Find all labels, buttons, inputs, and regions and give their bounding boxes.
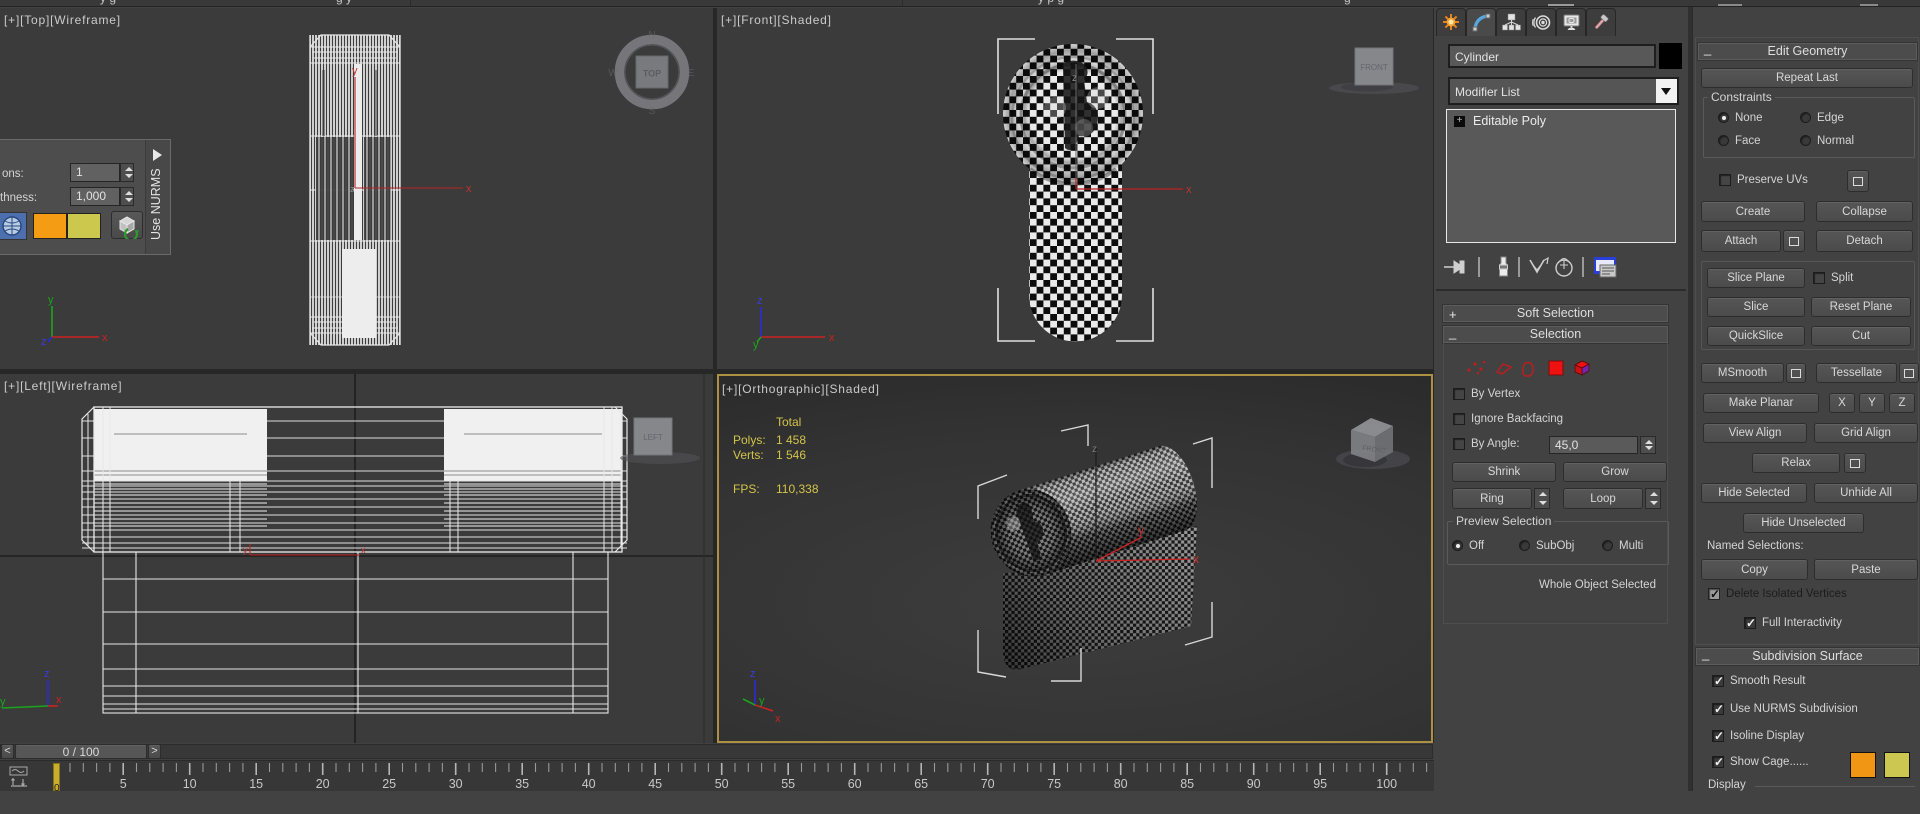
svg-text:60: 60	[848, 777, 862, 791]
svg-text:30: 30	[449, 777, 463, 791]
svg-text:x: x	[829, 332, 835, 344]
svg-text:E: E	[688, 68, 695, 79]
svg-text:50: 50	[715, 777, 729, 791]
svg-text:x: x	[775, 713, 781, 725]
svg-text:1 546: 1 546	[776, 448, 806, 462]
svg-text:y: y	[352, 65, 358, 77]
svg-text:5: 5	[120, 777, 127, 791]
svg-text:Total: Total	[776, 415, 801, 429]
svg-text:N: N	[648, 30, 655, 41]
svg-text:x: x	[1186, 184, 1192, 196]
svg-text:y: y	[759, 695, 765, 707]
svg-text:90: 90	[1247, 777, 1261, 791]
svg-text:95: 95	[1313, 777, 1327, 791]
svg-text:25: 25	[382, 777, 396, 791]
svg-text:85: 85	[1180, 777, 1194, 791]
svg-text:TOP: TOP	[643, 69, 661, 79]
svg-text:15: 15	[249, 777, 263, 791]
svg-text:FPS:: FPS:	[733, 482, 760, 496]
svg-text:110,338: 110,338	[776, 482, 819, 496]
svg-text:1 458: 1 458	[776, 433, 806, 447]
svg-text:80: 80	[1114, 777, 1128, 791]
svg-text:55: 55	[781, 777, 795, 791]
svg-text:10: 10	[183, 777, 197, 791]
svg-text:S: S	[649, 106, 656, 117]
svg-text:z: z	[44, 668, 50, 680]
svg-text:100: 100	[1376, 777, 1397, 791]
svg-text:z: z	[750, 668, 756, 680]
svg-text:LEFT: LEFT	[643, 433, 663, 442]
svg-text:Verts:: Verts:	[733, 448, 764, 462]
svg-text:z: z	[1072, 73, 1077, 84]
svg-text:65: 65	[914, 777, 928, 791]
svg-text:z: z	[350, 184, 355, 194]
svg-text:45: 45	[648, 777, 662, 791]
svg-text:y: y	[0, 696, 6, 708]
svg-text:75: 75	[1047, 777, 1061, 791]
svg-text:z: z	[41, 336, 47, 348]
svg-text:W: W	[608, 68, 618, 79]
svg-text:70: 70	[981, 777, 995, 791]
svg-text:y: y	[48, 294, 54, 306]
svg-text:z: z	[757, 295, 763, 307]
svg-text:x: x	[361, 545, 366, 555]
svg-text:40: 40	[582, 777, 596, 791]
svg-text:20: 20	[316, 777, 330, 791]
svg-text:y: y	[243, 545, 248, 555]
svg-text:z: z	[1092, 444, 1097, 455]
svg-text:FRONT: FRONT	[1360, 63, 1388, 72]
svg-text:x: x	[102, 332, 108, 344]
svg-text:35: 35	[515, 777, 529, 791]
svg-text:y: y	[753, 339, 759, 351]
svg-text:y: y	[1138, 523, 1144, 537]
svg-text:Polys:: Polys:	[733, 433, 766, 447]
svg-text:x: x	[1193, 552, 1199, 566]
svg-text:x: x	[466, 183, 472, 195]
svg-text:x: x	[56, 694, 62, 706]
